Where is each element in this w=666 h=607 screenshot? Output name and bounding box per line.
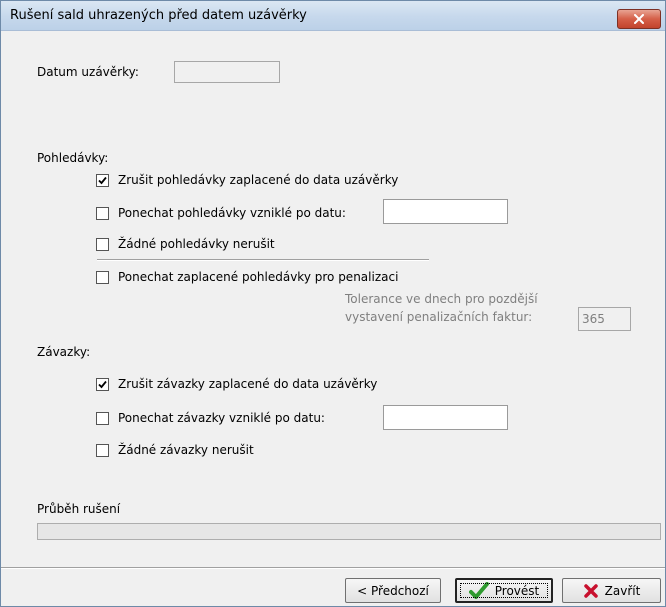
cancel-paid-liabilities-label[interactable]: Zrušit závazky zaplacené do data uzávěrk… — [118, 377, 377, 391]
cancel-paid-receivables-label[interactable]: Zrušit pohledávky zaplacené do data uzáv… — [118, 173, 398, 187]
keep-for-penalization-label[interactable]: Ponechat zaplacené pohledávky pro penali… — [118, 270, 398, 284]
no-receivables-cancel-label[interactable]: Žádné pohledávky nerušit — [118, 237, 275, 251]
previous-button-label: < Předchozí — [357, 583, 429, 598]
execute-button[interactable]: Provést — [455, 578, 553, 603]
closing-date-label: Datum uzávěrky: — [37, 65, 139, 79]
footer-separator — [1, 567, 665, 569]
close-icon — [634, 14, 644, 24]
dialog-window: Rušení sald uhrazených před datem uzávěr… — [0, 0, 666, 607]
liabilities-date-input[interactable] — [383, 405, 508, 430]
closing-date-field — [174, 61, 280, 83]
receivables-separator — [97, 259, 429, 261]
red-x-icon — [583, 583, 598, 598]
keep-receivables-after-date-label[interactable]: Ponechat pohledávky vzniklé po datu: — [118, 206, 346, 220]
checkmark-icon — [98, 380, 107, 389]
checkbox-keep-receivables-after-date[interactable] — [96, 207, 109, 220]
checkbox-keep-liabilities-after-date[interactable] — [96, 412, 109, 425]
close-button[interactable]: Zavřít — [562, 578, 661, 603]
receivables-section-label: Pohledávky: — [37, 151, 109, 165]
close-button-label: Zavřít — [604, 583, 641, 598]
progress-label: Průběh rušení — [37, 502, 121, 516]
receivables-date-input[interactable] — [383, 199, 508, 224]
checkbox-cancel-paid-receivables[interactable] — [96, 174, 109, 187]
title-bar[interactable]: Rušení sald uhrazených před datem uzávěr… — [1, 1, 665, 31]
window-close-button[interactable] — [617, 9, 661, 29]
tolerance-label-line2: vystavení penalizačních faktur: — [345, 310, 533, 324]
no-liabilities-cancel-label[interactable]: Žádné závazky nerušit — [118, 443, 254, 457]
checkbox-cancel-paid-liabilities[interactable] — [96, 378, 109, 391]
window-title: Rušení sald uhrazených před datem uzávěr… — [10, 8, 307, 23]
checkbox-no-liabilities-cancel[interactable] — [96, 444, 109, 457]
checkbox-keep-for-penalization[interactable] — [96, 271, 109, 284]
focus-rectangle — [460, 583, 548, 598]
liabilities-section-label: Závazky: — [37, 345, 91, 359]
checkmark-icon — [98, 176, 107, 185]
previous-button[interactable]: < Předchozí — [345, 578, 441, 603]
tolerance-days-field: 365 — [578, 307, 631, 331]
checkbox-no-receivables-cancel[interactable] — [96, 238, 109, 251]
cancellation-progress-bar — [37, 523, 661, 540]
tolerance-days-value: 365 — [582, 312, 605, 326]
keep-liabilities-after-date-label[interactable]: Ponechat závazky vzniklé po datu: — [118, 411, 325, 425]
tolerance-label-line1: Tolerance ve dnech pro pozdější — [345, 292, 538, 306]
